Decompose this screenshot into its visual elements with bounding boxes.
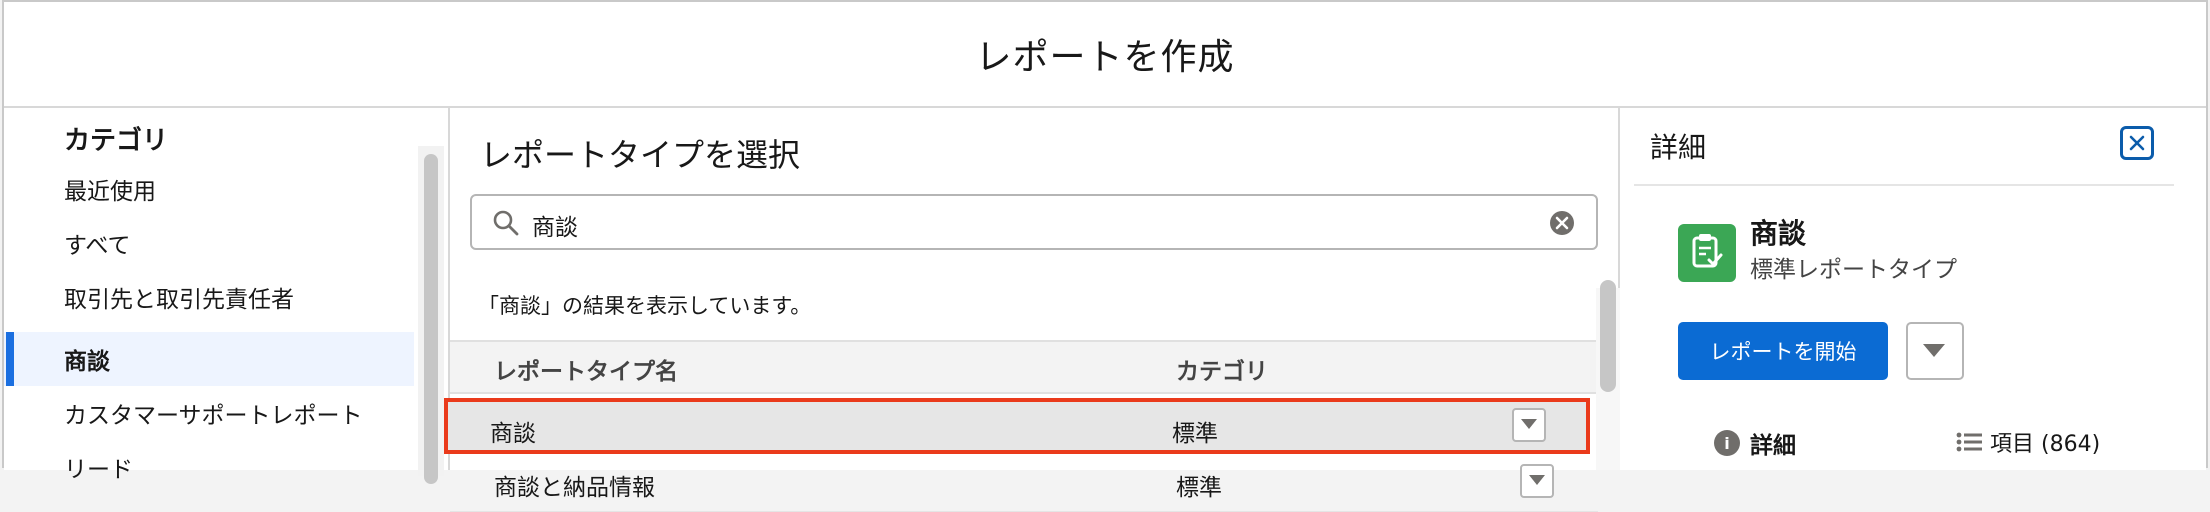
details-divider xyxy=(1634,184,2174,186)
details-title: 詳細 xyxy=(1650,131,1707,164)
search-icon xyxy=(493,210,519,236)
modal-header: レポートを作成 xyxy=(4,2,2206,108)
close-icon xyxy=(2129,135,2145,151)
chevron-down-icon xyxy=(1529,475,1545,485)
table-row[interactable]: 商談 標準 xyxy=(444,398,1590,454)
tab-details-label: 詳細 xyxy=(1750,433,1796,459)
report-type-name: 商談 xyxy=(1750,217,1807,250)
report-type-title: レポートタイプを選択 xyxy=(480,136,801,174)
start-report-button[interactable]: レポートを開始 xyxy=(1678,322,1888,380)
category-item-all[interactable]: すべて xyxy=(4,216,414,270)
modal-title: レポートを作成 xyxy=(975,37,1235,78)
report-type-search-input[interactable]: 商談 xyxy=(470,194,1598,250)
details-pane: 詳細 商談 標準レポートタイプ レポートを開始 i 詳細 項目 (864) xyxy=(1620,108,2206,470)
clear-search-icon[interactable] xyxy=(1548,209,1576,237)
column-header-category[interactable]: カテゴリ xyxy=(1176,352,1268,386)
report-type-table-header: レポートタイプ名 カテゴリ xyxy=(450,340,1598,394)
category-heading: カテゴリ xyxy=(64,126,169,156)
column-header-name[interactable]: レポートタイプ名 xyxy=(494,352,678,386)
category-scrollbar-thumb[interactable] xyxy=(424,154,438,484)
category-item-customer-support[interactable]: カスタマーサポートレポート xyxy=(4,386,414,440)
tab-fields-label: 項目 (864) xyxy=(1990,432,2101,457)
start-report-options-button[interactable] xyxy=(1906,322,1964,380)
row-action-dropdown[interactable] xyxy=(1520,464,1554,498)
report-type-kind: 標準レポートタイプ xyxy=(1750,257,1957,283)
chevron-down-icon xyxy=(1923,344,1945,357)
close-details-button[interactable] xyxy=(2120,126,2154,160)
row-category: 標準 xyxy=(1172,421,1218,447)
search-result-message: 「商談」の結果を表示しています。 xyxy=(478,294,812,318)
category-item-recent[interactable]: 最近使用 xyxy=(4,162,414,216)
row-name: 商談 xyxy=(490,421,536,447)
list-icon xyxy=(1956,432,1982,452)
category-item-leads[interactable]: リード xyxy=(4,440,414,494)
opportunity-report-type-icon xyxy=(1678,224,1736,282)
category-item-accounts-contacts[interactable]: 取引先と取引先責任者 xyxy=(4,270,414,324)
chevron-down-icon xyxy=(1521,419,1537,429)
row-name: 商談と納品情報 xyxy=(494,475,655,501)
row-category: 標準 xyxy=(1176,475,1222,501)
table-row[interactable]: 商談と納品情報 標準 xyxy=(450,456,1598,512)
info-icon: i xyxy=(1714,430,1740,456)
tab-details[interactable]: i 詳細 xyxy=(1714,426,1796,460)
category-pane: カテゴリ 最近使用 すべて 取引先と取引先責任者 商談 カスタマーサポートレポー… xyxy=(4,108,448,484)
category-item-opportunities[interactable]: 商談 xyxy=(4,332,414,386)
row-action-dropdown[interactable] xyxy=(1512,408,1546,442)
search-value: 商談 xyxy=(532,215,578,241)
create-report-modal: レポートを作成 カテゴリ 最近使用 すべて 取引先と取引先責任者 商談 カスタマ… xyxy=(2,0,2208,512)
report-type-scrollbar-thumb[interactable] xyxy=(1600,280,1616,392)
tab-fields[interactable]: 項目 (864) xyxy=(1956,426,2100,458)
report-type-pane: レポートタイプを選択 商談 「商談」の結果を表示しています。 レポートタイプ名 … xyxy=(444,108,1620,512)
